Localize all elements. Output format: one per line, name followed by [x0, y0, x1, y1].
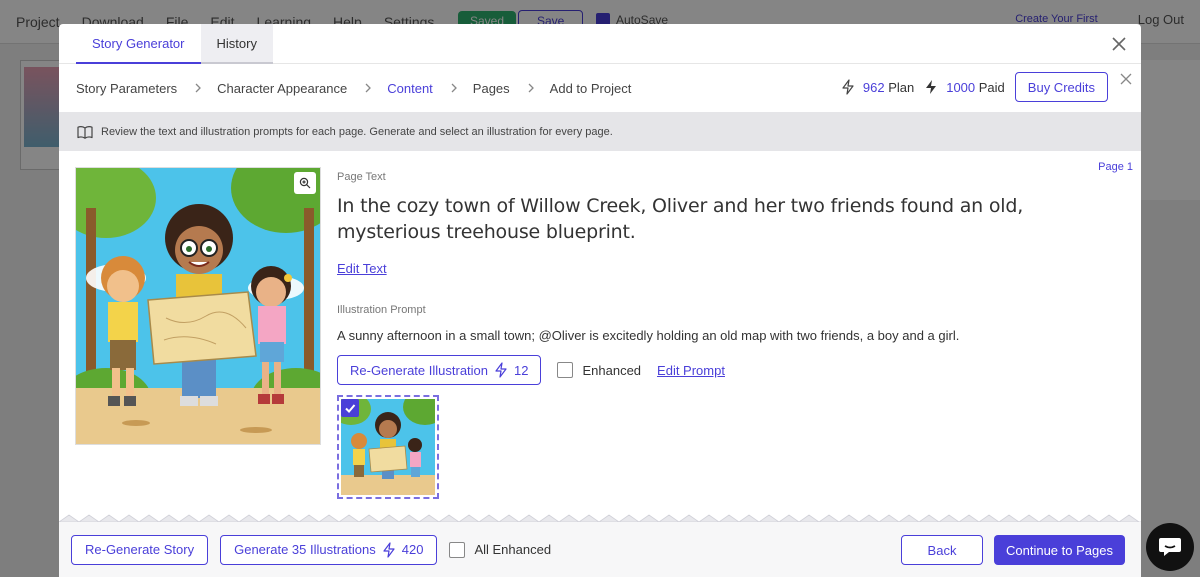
enhanced-checkbox[interactable]: [557, 362, 574, 378]
step-character-appearance[interactable]: Character Appearance: [217, 81, 347, 96]
buy-credits-button[interactable]: Buy Credits: [1014, 72, 1108, 102]
info-bar: Review the text and illustration prompts…: [59, 112, 1141, 151]
regenerate-illustration-label: Re-Generate Illustration: [350, 362, 489, 378]
generate-illustrations-label: Generate 35 Illustrations: [234, 542, 376, 557]
paid-credits-value: 1000: [946, 79, 976, 95]
regenerate-story-button[interactable]: Re-Generate Story: [71, 534, 209, 565]
paid-credits-label: Paid: [978, 79, 1005, 95]
page-text: In the cozy town of Willow Creek, Oliver…: [337, 195, 1024, 243]
all-enhanced-label: All Enhanced: [474, 542, 552, 557]
modal-tabs: Story Generator History: [59, 24, 1141, 64]
plan-credits-label: Plan: [888, 79, 915, 95]
enhanced-label: Enhanced: [582, 362, 642, 378]
illustration-prompt: A sunny afternoon in a small town; @Oliv…: [337, 328, 960, 343]
chevron-right-icon: [528, 83, 534, 93]
all-enhanced-checkbox[interactable]: [449, 541, 466, 558]
lightning-filled-icon: [926, 80, 937, 94]
plan-credits-value: 962: [862, 79, 885, 95]
regenerate-illustration-button[interactable]: Re-Generate Illustration 12: [337, 355, 542, 385]
generate-illustrations-cost: 420: [401, 542, 424, 557]
step-story-parameters[interactable]: Story Parameters: [76, 81, 177, 96]
lightning-icon: [383, 541, 395, 558]
tab-story-generator[interactable]: Story Generator: [76, 24, 201, 64]
chevron-right-icon: [451, 83, 457, 93]
zoom-button[interactable]: [294, 172, 316, 194]
modal-footer: Re-Generate Story Generate 35 Illustrati…: [59, 522, 1141, 577]
illustration-image: [76, 168, 320, 444]
page-editor: Page 1 Page Text In the cozy town of Wil…: [59, 151, 1141, 516]
step-add-to-project[interactable]: Add to Project: [550, 81, 632, 96]
close-icon[interactable]: [1119, 72, 1133, 86]
book-icon: [77, 125, 93, 139]
zigzag-divider: [59, 514, 1141, 522]
step-pages[interactable]: Pages: [473, 81, 510, 96]
main-illustration: [75, 167, 321, 445]
generate-illustrations-button[interactable]: Generate 35 Illustrations 420: [220, 534, 438, 565]
zoom-in-icon: [299, 177, 311, 189]
close-icon[interactable]: [1109, 34, 1129, 54]
credits-display: 962 Plan 1000 Paid Buy Credits: [841, 72, 1108, 102]
edit-prompt-link[interactable]: Edit Prompt: [657, 363, 725, 378]
illustration-thumbnail[interactable]: [331, 389, 447, 499]
continue-to-pages-button[interactable]: Continue to Pages: [994, 535, 1125, 565]
chat-button[interactable]: [1146, 523, 1194, 571]
stepper: Story Parameters Character Appearance Co…: [59, 64, 1141, 112]
lightning-icon: [495, 362, 507, 378]
paid-credits: 1000 Paid: [924, 79, 1005, 95]
page-text-label: Page Text: [337, 171, 386, 183]
chevron-right-icon: [365, 83, 372, 93]
edit-text-link[interactable]: Edit Text: [337, 261, 387, 276]
tab-history[interactable]: History: [200, 24, 273, 64]
lightning-outline-icon: [842, 79, 854, 95]
page-details: Page Text In the cozy town of Willow Cre…: [337, 171, 1117, 385]
story-generator-modal: Story Generator History Story Parameters…: [59, 24, 1141, 577]
step-content[interactable]: Content: [387, 81, 433, 96]
illustration-prompt-label: Illustration Prompt: [337, 304, 426, 316]
enhanced-option[interactable]: Enhanced: [557, 362, 641, 378]
all-enhanced-option[interactable]: All Enhanced: [449, 541, 552, 558]
regenerate-illustration-cost: 12: [514, 362, 529, 378]
chat-icon: [1159, 538, 1181, 556]
back-button[interactable]: Back: [901, 535, 983, 565]
selected-check-icon: [341, 399, 359, 417]
illustration-actions: Re-Generate Illustration 12 Enhanced Edi…: [337, 355, 1117, 385]
plan-credits: 962 Plan: [841, 79, 914, 95]
chevron-right-icon: [195, 83, 202, 93]
info-text: Review the text and illustration prompts…: [101, 125, 613, 138]
